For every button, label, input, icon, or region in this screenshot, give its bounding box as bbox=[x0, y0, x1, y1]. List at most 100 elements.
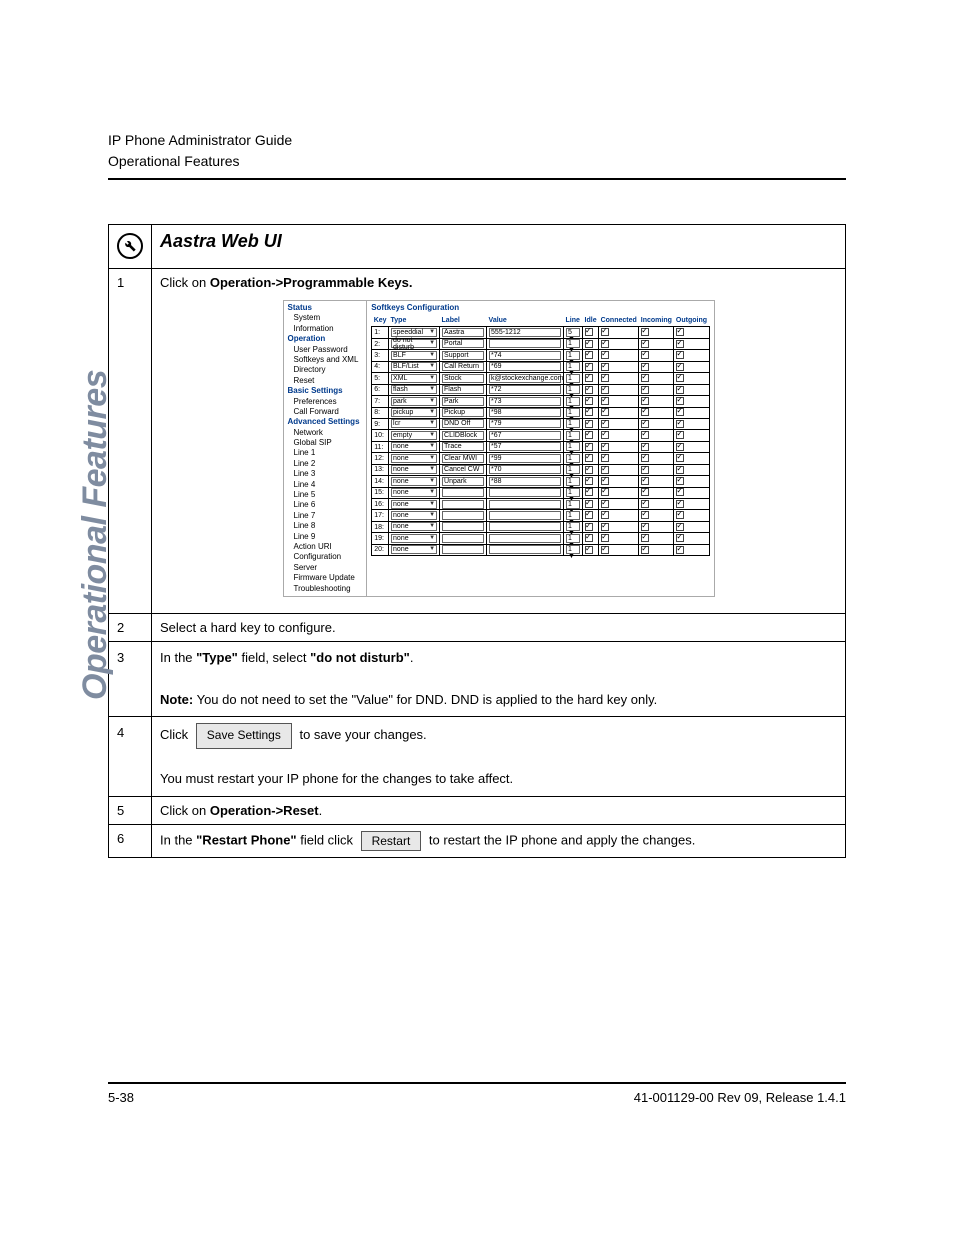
checkbox[interactable] bbox=[601, 420, 609, 428]
line-select[interactable]: 1 ▼ bbox=[566, 408, 580, 417]
checkbox[interactable] bbox=[585, 431, 593, 439]
line-select[interactable]: 1 ▼ bbox=[566, 488, 580, 497]
checkbox[interactable] bbox=[601, 431, 609, 439]
checkbox[interactable] bbox=[676, 546, 684, 554]
value-input[interactable]: *79 bbox=[489, 419, 561, 428]
checkbox[interactable] bbox=[641, 500, 649, 508]
checkbox[interactable] bbox=[641, 363, 649, 371]
label-input[interactable]: Support bbox=[442, 351, 484, 360]
value-input[interactable] bbox=[489, 488, 561, 497]
checkbox[interactable] bbox=[585, 420, 593, 428]
value-input[interactable]: *67 bbox=[489, 431, 561, 440]
label-input[interactable]: Flash bbox=[442, 385, 484, 394]
line-select[interactable]: 1 ▼ bbox=[566, 419, 580, 428]
checkbox[interactable] bbox=[601, 454, 609, 462]
checkbox[interactable] bbox=[676, 374, 684, 382]
type-select[interactable]: none▼ bbox=[391, 545, 437, 554]
checkbox[interactable] bbox=[641, 534, 649, 542]
checkbox[interactable] bbox=[676, 511, 684, 519]
label-input[interactable]: Call Return bbox=[442, 362, 484, 371]
type-select[interactable]: none▼ bbox=[391, 465, 437, 474]
checkbox[interactable] bbox=[641, 408, 649, 416]
value-input[interactable]: *57 bbox=[489, 442, 561, 451]
checkbox[interactable] bbox=[601, 534, 609, 542]
checkbox[interactable] bbox=[601, 500, 609, 508]
checkbox[interactable] bbox=[601, 351, 609, 359]
value-input[interactable]: *73 bbox=[489, 397, 561, 406]
label-input[interactable]: DND Off bbox=[442, 419, 484, 428]
checkbox[interactable] bbox=[601, 397, 609, 405]
checkbox[interactable] bbox=[641, 466, 649, 474]
checkbox[interactable] bbox=[676, 534, 684, 542]
checkbox[interactable] bbox=[601, 374, 609, 382]
value-input[interactable]: *69 bbox=[489, 362, 561, 371]
label-input[interactable]: Unpark bbox=[442, 477, 484, 486]
checkbox[interactable] bbox=[601, 523, 609, 531]
line-select[interactable]: 1 ▼ bbox=[566, 362, 580, 371]
checkbox[interactable] bbox=[676, 477, 684, 485]
checkbox[interactable] bbox=[585, 511, 593, 519]
type-select[interactable]: BLF▼ bbox=[391, 351, 437, 360]
type-select[interactable]: pickup▼ bbox=[391, 408, 437, 417]
type-select[interactable]: none▼ bbox=[391, 454, 437, 463]
checkbox[interactable] bbox=[585, 340, 593, 348]
checkbox[interactable] bbox=[676, 431, 684, 439]
checkbox[interactable] bbox=[585, 351, 593, 359]
line-select[interactable]: 1 ▼ bbox=[566, 465, 580, 474]
checkbox[interactable] bbox=[641, 397, 649, 405]
checkbox[interactable] bbox=[641, 328, 649, 336]
checkbox[interactable] bbox=[585, 386, 593, 394]
checkbox[interactable] bbox=[601, 340, 609, 348]
line-select[interactable]: 1 ▼ bbox=[566, 397, 580, 406]
line-select[interactable]: 1 ▼ bbox=[566, 442, 580, 451]
checkbox[interactable] bbox=[585, 477, 593, 485]
checkbox[interactable] bbox=[585, 534, 593, 542]
checkbox[interactable] bbox=[601, 477, 609, 485]
type-select[interactable]: speeddial▼ bbox=[391, 328, 437, 337]
type-select[interactable]: none▼ bbox=[391, 500, 437, 509]
checkbox[interactable] bbox=[601, 488, 609, 496]
checkbox[interactable] bbox=[585, 443, 593, 451]
label-input[interactable]: Park bbox=[442, 397, 484, 406]
label-input[interactable]: Clear MWI bbox=[442, 454, 484, 463]
type-select[interactable]: XML▼ bbox=[391, 374, 437, 383]
checkbox[interactable] bbox=[641, 420, 649, 428]
line-select[interactable]: 5 ▼ bbox=[566, 328, 580, 337]
checkbox[interactable] bbox=[641, 351, 649, 359]
checkbox[interactable] bbox=[676, 454, 684, 462]
checkbox[interactable] bbox=[676, 328, 684, 336]
value-input[interactable]: 555-1212 bbox=[489, 328, 561, 337]
checkbox[interactable] bbox=[641, 374, 649, 382]
checkbox[interactable] bbox=[601, 408, 609, 416]
label-input[interactable] bbox=[442, 500, 484, 509]
line-select[interactable]: 1 ▼ bbox=[566, 545, 580, 554]
type-select[interactable]: none▼ bbox=[391, 488, 437, 497]
line-select[interactable]: 1 ▼ bbox=[566, 454, 580, 463]
checkbox[interactable] bbox=[676, 340, 684, 348]
checkbox[interactable] bbox=[585, 408, 593, 416]
checkbox[interactable] bbox=[641, 443, 649, 451]
checkbox[interactable] bbox=[641, 523, 649, 531]
checkbox[interactable] bbox=[676, 408, 684, 416]
label-input[interactable]: Pickup bbox=[442, 408, 484, 417]
type-select[interactable]: none▼ bbox=[391, 511, 437, 520]
label-input[interactable]: Cancel CW bbox=[442, 465, 484, 474]
value-input[interactable]: k@stockexchange.com bbox=[489, 374, 561, 383]
checkbox[interactable] bbox=[585, 454, 593, 462]
value-input[interactable] bbox=[489, 534, 561, 543]
label-input[interactable]: Trace bbox=[442, 442, 484, 451]
line-select[interactable]: 1 ▼ bbox=[566, 534, 580, 543]
checkbox[interactable] bbox=[641, 511, 649, 519]
restart-button[interactable]: Restart bbox=[361, 831, 422, 851]
checkbox[interactable] bbox=[641, 454, 649, 462]
checkbox[interactable] bbox=[585, 328, 593, 336]
line-select[interactable]: 1 ▼ bbox=[566, 477, 580, 486]
label-input[interactable] bbox=[442, 511, 484, 520]
checkbox[interactable] bbox=[601, 466, 609, 474]
value-input[interactable]: *88 bbox=[489, 477, 561, 486]
type-select[interactable]: do not disturb▼ bbox=[391, 339, 437, 348]
value-input[interactable] bbox=[489, 511, 561, 520]
label-input[interactable] bbox=[442, 522, 484, 531]
type-select[interactable]: empty▼ bbox=[391, 431, 437, 440]
checkbox[interactable] bbox=[676, 500, 684, 508]
